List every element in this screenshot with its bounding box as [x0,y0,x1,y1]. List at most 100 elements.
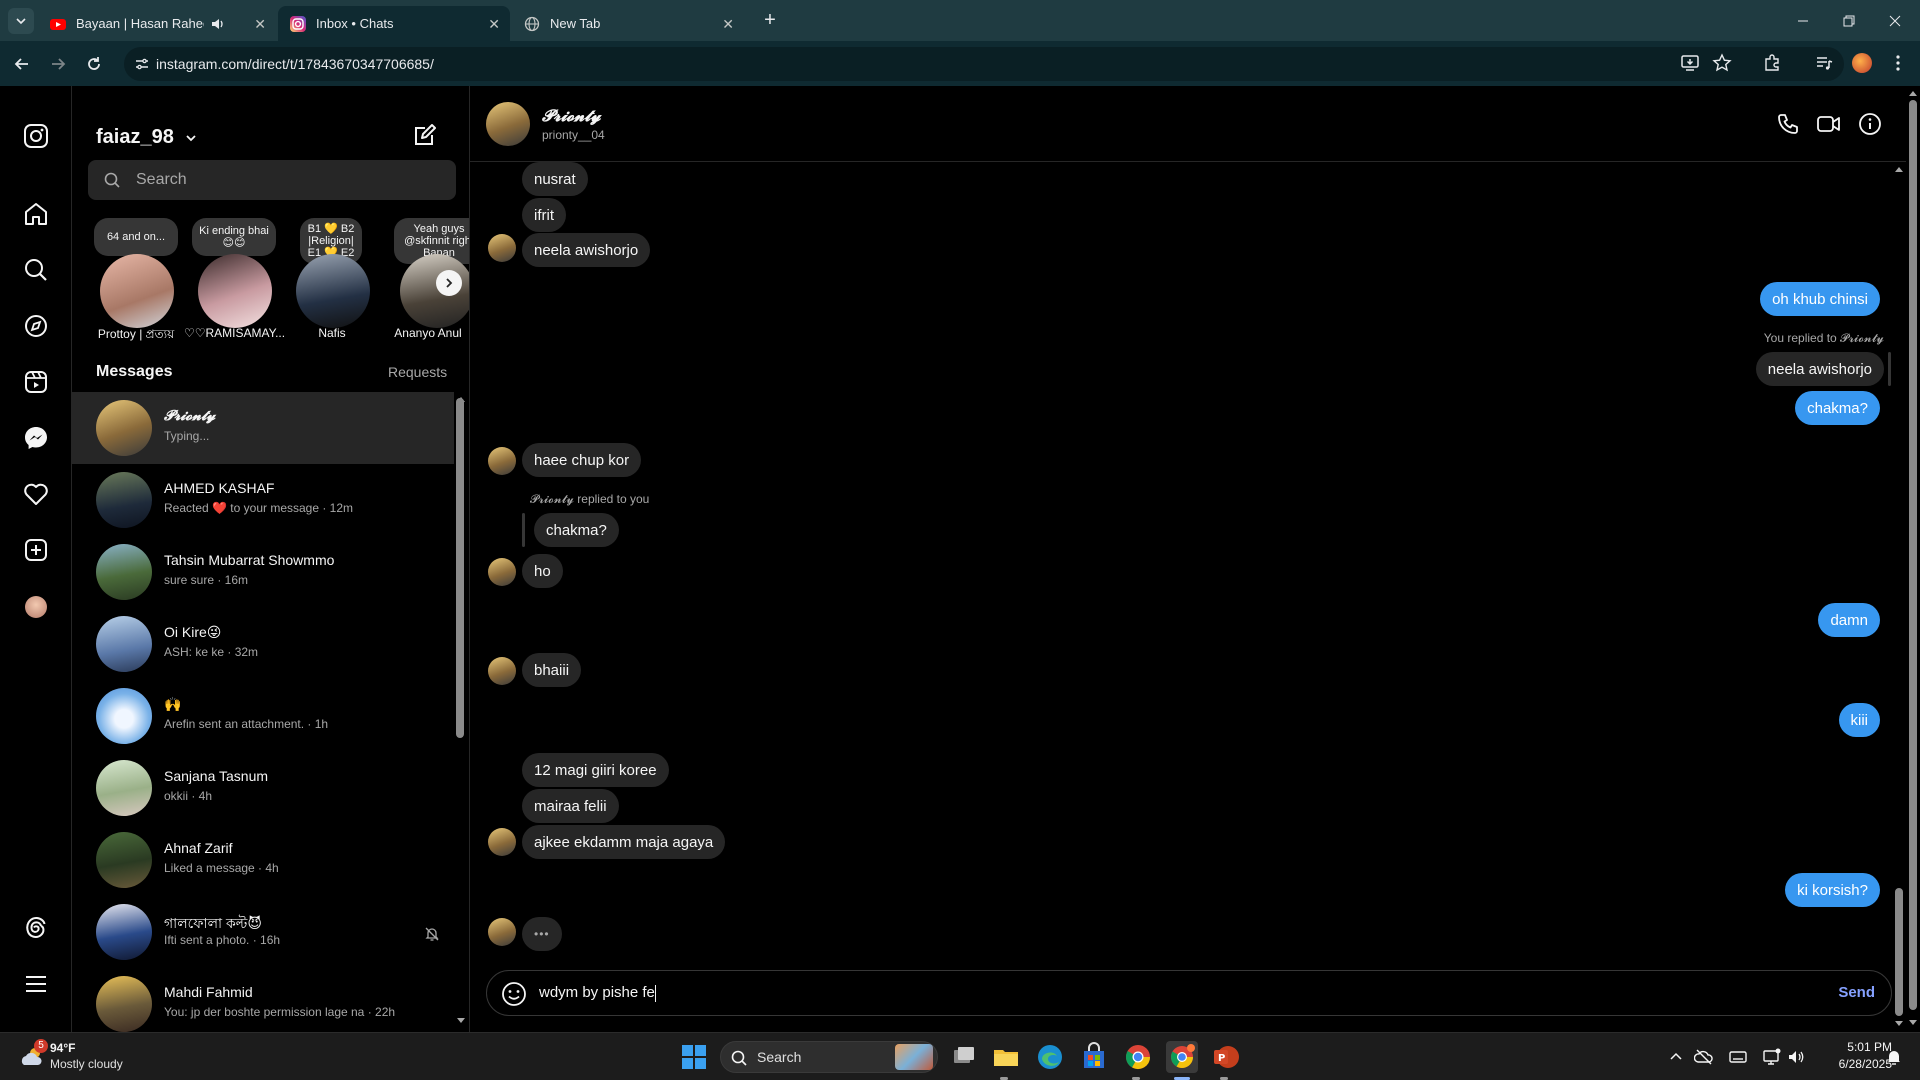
powerpoint-icon[interactable]: P [1210,1041,1242,1073]
conversation-item[interactable]: গালফোলা কল্ট😈 Ifti sent a photo. · 16h [72,896,454,968]
scroll-up-arrow-icon[interactable] [1894,164,1904,174]
message-bubble-incoming[interactable]: mairaa felii [522,789,619,823]
threads-icon[interactable] [22,914,50,942]
info-icon[interactable] [1858,112,1882,136]
install-app-icon[interactable] [1680,53,1700,73]
message-bubble-incoming[interactable]: neela awishorjo [522,233,651,267]
chrome-profile-icon[interactable] [1166,1041,1198,1073]
requests-link[interactable]: Requests [388,364,447,380]
conversation-item[interactable]: Oi Kire😜 ASH: ke ke · 32m [72,608,454,680]
tab-search-button[interactable] [8,8,34,34]
bookmark-star-icon[interactable] [1712,53,1732,73]
conversation-item[interactable]: Ahnaf Zarif Liked a message · 4h [72,824,454,896]
task-view-icon[interactable] [948,1041,980,1073]
emoji-icon[interactable] [501,981,527,1007]
scroll-down-arrow-icon[interactable] [456,1016,466,1026]
message-bubble-outgoing[interactable]: damn [1818,603,1880,637]
conversation-item[interactable]: Sanjana Tasnum okkii · 4h [72,752,454,824]
chrome-icon[interactable] [1122,1041,1154,1073]
message-bubble-outgoing[interactable]: chakma? [1795,391,1880,425]
message-bubble-outgoing[interactable]: kiii [1838,703,1880,737]
speaker-icon[interactable] [210,16,226,32]
instagram-logo-icon[interactable] [22,122,50,150]
message-input[interactable]: wdym by pishe fe [539,984,656,1002]
conversation-item[interactable]: 🙌 Arefin sent an attachment. · 1h [72,680,454,752]
chat-scrollbar-thumb[interactable] [1895,888,1903,1016]
chat-scrollbar[interactable] [1892,162,1906,1032]
messenger-icon[interactable] [22,424,50,452]
message-bubble-incoming[interactable]: ifrit [522,198,566,232]
site-info-icon[interactable] [134,56,150,72]
scroll-down-arrow-icon[interactable] [1894,1019,1904,1029]
tab-new-tab[interactable]: New Tab ✕ [512,6,744,41]
file-explorer-icon[interactable] [990,1041,1022,1073]
taskbar-search[interactable]: Search [720,1041,938,1073]
minimize-button[interactable] [1780,0,1826,41]
conversation-item[interactable]: Mahdi Fahmid You: jp der boshte permissi… [72,968,454,1032]
back-arrow-icon[interactable] [12,54,32,74]
explore-compass-icon[interactable] [22,312,50,340]
page-scrollbar-thumb[interactable] [1909,100,1917,1010]
reload-icon[interactable] [84,54,104,74]
search-icon[interactable] [22,256,50,284]
message-bubble-incoming[interactable]: bhaiii [522,653,582,687]
scroll-down-arrow-icon[interactable] [1908,1018,1918,1028]
message-bubble-incoming[interactable]: 12 magi giiri koree [522,753,669,787]
page-scrollbar[interactable] [1906,86,1920,1032]
notification-bell-icon[interactable] [1884,1047,1904,1067]
media-controls-icon[interactable] [1814,53,1834,73]
message-bubble-incoming[interactable]: ho [522,554,563,588]
network-icon[interactable] [1762,1047,1782,1067]
stories-next-button[interactable] [436,270,462,296]
messages-heading[interactable]: Messages [96,363,173,381]
new-message-compose-icon[interactable] [412,122,438,148]
new-tab-button[interactable]: + [758,8,782,32]
quoted-message[interactable]: neela awishorjo [1755,352,1884,386]
quoted-message[interactable]: chakma? [534,513,619,547]
inbox-scrollbar-thumb[interactable] [456,398,464,738]
create-plus-icon[interactable] [22,536,50,564]
heart-notifications-icon[interactable] [22,480,50,508]
message-bubble-incoming[interactable]: ajkee ekdamm maja agaya [522,825,726,859]
windows-start-icon[interactable] [680,1043,708,1071]
profile-avatar[interactable] [25,596,47,618]
restore-button[interactable] [1826,0,1872,41]
close-icon[interactable]: ✕ [254,16,266,33]
conversation-item[interactable]: AHMED KASHAF Reacted ❤️ to your message … [72,464,454,536]
reels-icon[interactable] [22,368,50,396]
message-bubble-outgoing[interactable]: ki korsish? [1785,873,1880,907]
tab-youtube[interactable]: Bayaan | Hasan Raheem | Ro ✕ [38,6,276,41]
keyboard-icon[interactable] [1728,1047,1748,1067]
home-icon[interactable] [22,200,50,228]
message-bubble-incoming[interactable]: nusrat [522,162,588,196]
account-switcher[interactable]: faiaz_98 [96,126,197,149]
chat-avatar[interactable] [486,102,530,146]
conversation-item[interactable]: 𝓟𝓻𝓲𝓸𝓷𝓽𝔂 Typing... [72,392,454,464]
weather-widget[interactable]: 5 94°F Mostly cloudy [14,1039,194,1075]
onedrive-off-icon[interactable] [1694,1047,1714,1067]
chat-contact-name[interactable]: 𝓟𝓻𝓲𝓸𝓷𝓽𝔂 [542,106,601,126]
message-bubble-incoming[interactable]: haee chup kor [522,443,642,477]
address-bar[interactable]: instagram.com/direct/t/17843670347706685… [124,47,1844,81]
video-call-icon[interactable] [1816,112,1842,136]
forward-arrow-icon[interactable] [48,54,68,74]
close-icon[interactable]: ✕ [722,16,734,33]
chevron-up-icon[interactable] [1668,1049,1684,1065]
profile-avatar[interactable] [1852,53,1872,73]
microsoft-store-icon[interactable] [1078,1041,1110,1073]
close-icon[interactable]: ✕ [488,16,500,33]
hamburger-menu-icon[interactable] [22,970,50,998]
edge-browser-icon[interactable] [1034,1041,1066,1073]
search-input[interactable]: Search [88,160,456,200]
tab-instagram[interactable]: Inbox • Chats ✕ [278,6,510,41]
close-window-button[interactable] [1872,0,1918,41]
send-button[interactable]: Send [1838,984,1875,1001]
kebab-menu-icon[interactable] [1888,53,1908,73]
phone-call-icon[interactable] [1776,112,1800,136]
conversation-item[interactable]: Tahsin Mubarrat Showmmo sure sure · 16m [72,536,454,608]
scroll-up-arrow-icon[interactable] [1908,88,1918,98]
message-bubble-outgoing[interactable]: oh khub chinsi [1760,282,1880,316]
clock[interactable]: 5:01 PM 6/28/2025 [1822,1040,1892,1071]
extensions-puzzle-icon[interactable] [1762,53,1782,73]
volume-icon[interactable] [1786,1047,1806,1067]
